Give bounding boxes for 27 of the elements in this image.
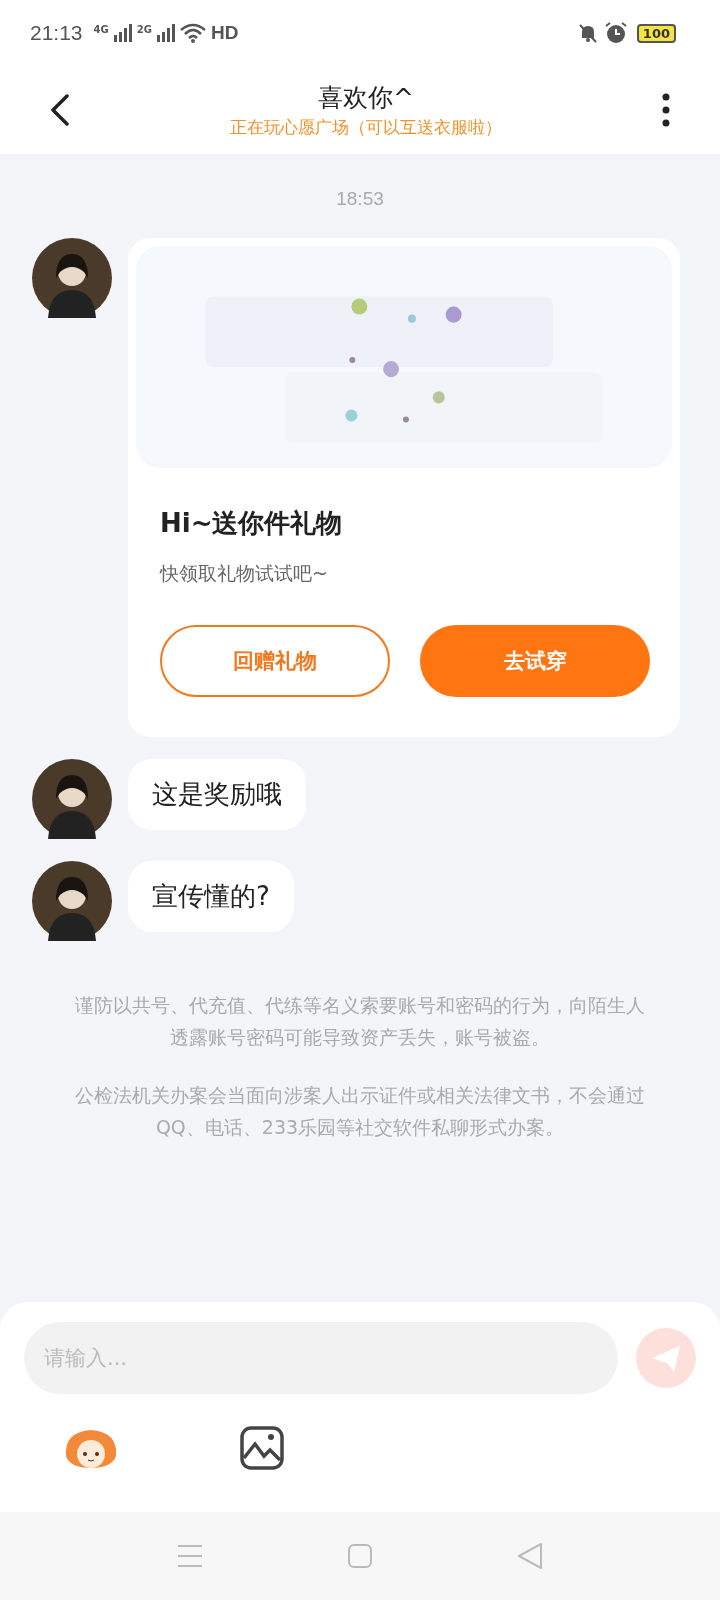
- chat-title: 喜欢你^: [317, 82, 415, 114]
- gift-text: 快领取礼物试试吧~: [160, 561, 329, 586]
- avatar[interactable]: [32, 238, 112, 318]
- gift-button[interactable]: 去试穿: [420, 625, 650, 697]
- avatar[interactable]: [32, 861, 112, 941]
- alarm-icon: [603, 21, 628, 45]
- muted-bell-icon: [576, 22, 599, 44]
- signal-icon: [113, 24, 132, 42]
- wifi-icon: [179, 23, 206, 43]
- avatar[interactable]: [32, 759, 112, 839]
- signal-label: 2G: [136, 23, 152, 35]
- image-icon[interactable]: [240, 1426, 284, 1470]
- message-time: 18:53: [335, 188, 385, 210]
- message-bubble: 这是奖励哦: [128, 759, 306, 830]
- message-bubble: 宣传懂的?: [128, 861, 294, 932]
- safety-notice: 谨防以共号、代充值、代练等名义索要账号和密码的行为，向陌生人透露账号密码可能导致资产丢失，账号被盗。: [74, 993, 646, 1050]
- more-icon[interactable]: [662, 93, 670, 127]
- gift-button[interactable]: 回赠礼物: [160, 625, 390, 697]
- chat-status: 正在玩心愿广场（可以互送衣服啦）: [229, 116, 503, 139]
- network-label: HD: [210, 22, 239, 44]
- status-time: 21:13: [30, 21, 83, 45]
- signal-label: 4G: [93, 23, 109, 35]
- signal-icon: [156, 24, 175, 42]
- battery-indicator: 100: [636, 23, 676, 43]
- safety-notice: 公检法机关办案会当面向涉案人出示证件或相关法律文书，不会通过QQ、电话、233乐园等社交软件私聊形式办案。: [74, 1083, 646, 1140]
- back-icon[interactable]: [50, 94, 70, 126]
- gift-title: Hi~送你件礼物: [160, 507, 344, 540]
